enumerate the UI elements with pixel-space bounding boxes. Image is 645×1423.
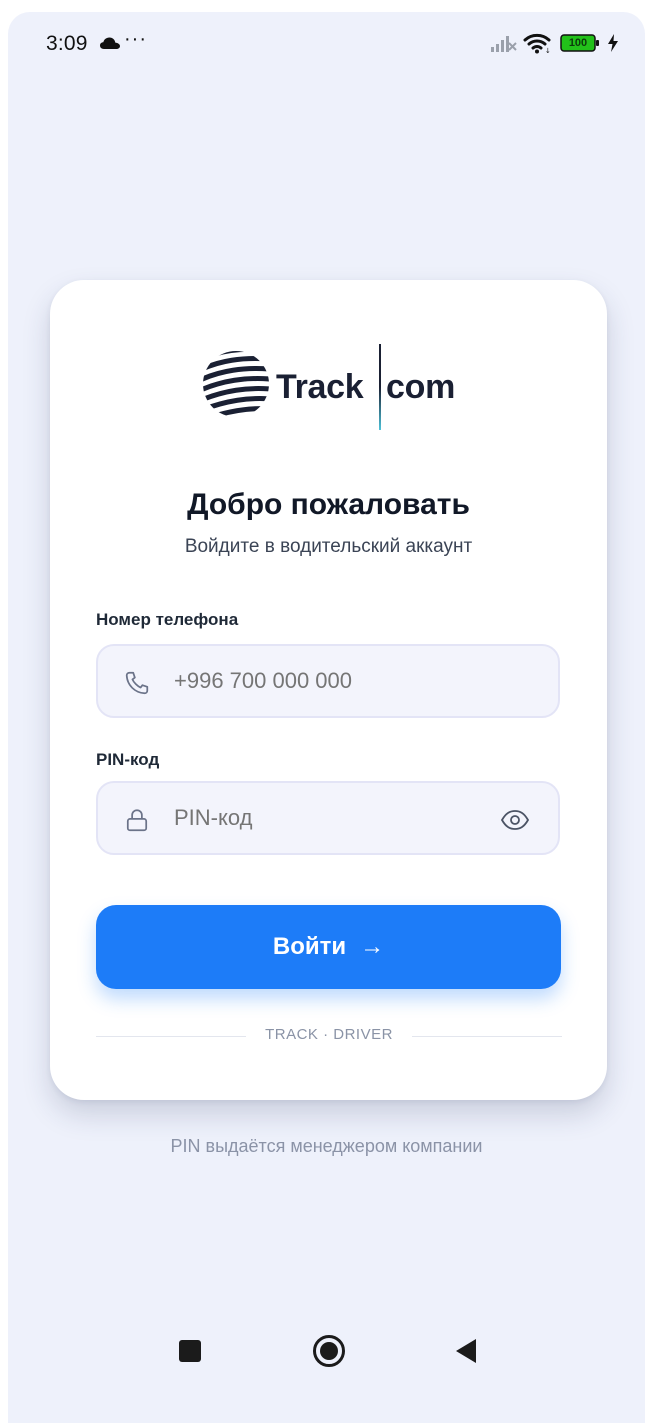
welcome-subtitle: Войдите в водительский аккаунт	[184, 536, 473, 557]
phone-icon	[125, 671, 149, 695]
phone-label: Номер телефона	[96, 610, 239, 629]
nav-home-icon[interactable]	[312, 1334, 346, 1368]
phone-field[interactable]	[96, 644, 560, 718]
login-button-label: Войти	[272, 933, 347, 960]
bolt-icon	[608, 34, 618, 52]
arrow-right-icon: →	[360, 933, 385, 960]
signal-icon	[491, 36, 517, 52]
more-notifications-icon: ···	[124, 28, 147, 50]
brand-divider-text: TRACK · DRIVER	[251, 1026, 407, 1043]
lock-icon	[126, 809, 148, 832]
logo-text-track: Track	[276, 368, 364, 406]
cloud-icon	[100, 37, 120, 49]
striped-globe-icon	[203, 351, 269, 417]
trackcom-logo: Track com	[202, 344, 462, 434]
nav-recents-icon[interactable]	[178, 1339, 202, 1363]
status-time: 3:09	[46, 32, 88, 55]
login-button[interactable]: Войти →	[96, 905, 561, 989]
pin-field[interactable]	[96, 781, 560, 855]
welcome-title: Добро пожаловать	[187, 488, 470, 521]
status-bar: 3:09 ··· ↓ 100	[8, 12, 645, 76]
phone-input[interactable]	[174, 646, 474, 716]
logo-text-com: com	[386, 368, 456, 406]
login-card: Track com Добро пожаловать Войдите в вод…	[50, 280, 607, 1100]
brand-divider: TRACK · DRIVER	[96, 1026, 562, 1046]
wifi-icon: ↓	[523, 33, 551, 54]
nav-back-icon[interactable]	[454, 1337, 478, 1365]
battery-level: 100	[568, 37, 588, 49]
pin-input[interactable]	[174, 783, 474, 853]
app-screen: 3:09 ··· ↓ 100 Track com Добро пожаловат…	[8, 12, 645, 1423]
eye-icon[interactable]	[500, 807, 530, 833]
logo-divider	[379, 344, 381, 430]
pin-hint: PIN выдаётся менеджером компании	[170, 1136, 483, 1156]
svg-text:↓: ↓	[545, 47, 551, 54]
pin-label: PIN-код	[96, 750, 160, 769]
